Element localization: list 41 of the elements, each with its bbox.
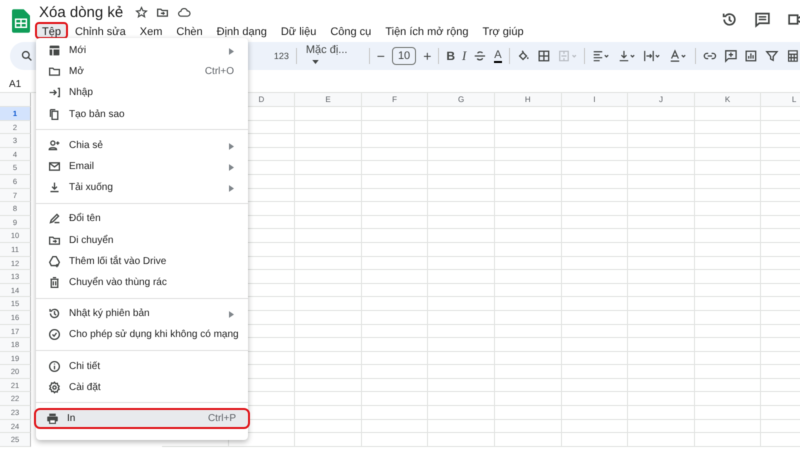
menu-item[interactable]: Cài đặt (36, 376, 248, 398)
menu-tab[interactable]: Tệp (35, 22, 68, 39)
menu-item[interactable]: Email (36, 156, 248, 178)
column-header[interactable]: J (628, 93, 695, 107)
font-size-field[interactable]: 10 (392, 47, 416, 65)
menu-item[interactable]: In Ctrl+P (34, 408, 250, 429)
column-header[interactable]: K (694, 93, 762, 107)
document-title[interactable]: Xóa dòng kẻ (39, 4, 124, 20)
column-header[interactable]: E (295, 93, 362, 107)
menu-item[interactable]: Chi tiết (36, 355, 248, 377)
menu-tab[interactable]: Dữ liệu (274, 22, 324, 39)
increase-font-size-button[interactable]: + (423, 48, 432, 64)
column-header[interactable]: H (494, 93, 562, 107)
menu-tab[interactable]: Trợ giúp (476, 22, 531, 39)
menu-tab[interactable]: Định dạng (210, 22, 274, 39)
menu-item[interactable]: Di chuyển (36, 230, 248, 251)
menu-tab[interactable]: Chỉnh sửa (68, 22, 133, 39)
menu-item[interactable]: Tải xuống (36, 177, 248, 198)
menu-item[interactable]: Chuyển vào thùng rác (36, 272, 248, 294)
font-dropdown[interactable]: Mặc đị... (304, 44, 362, 68)
bold-button[interactable]: B (446, 49, 456, 63)
name-box[interactable]: A1 (9, 78, 22, 90)
menu-tab[interactable]: Công cụ (323, 22, 378, 39)
text-color-button[interactable]: A (494, 49, 502, 63)
menu-item[interactable]: Nhật ký phiên bản (36, 303, 248, 324)
number-format-button[interactable]: 123 (274, 51, 289, 61)
decrease-font-size-button[interactable]: − (376, 48, 385, 64)
menu-item[interactable]: Thêm lối tắt vào Drive (36, 250, 248, 272)
menu-item[interactable]: Mới (36, 40, 248, 62)
menu-tab[interactable]: Tiện ích mở rộng (378, 22, 476, 39)
column-header[interactable]: I (562, 93, 628, 107)
menu-tab[interactable]: Chèn (169, 22, 210, 39)
column-header[interactable]: L (761, 93, 800, 107)
menu-tab[interactable]: Xem (132, 22, 170, 39)
menu-item[interactable]: Cho phép sử dụng khi không có mạng (36, 324, 248, 346)
column-header[interactable]: G (428, 93, 495, 107)
menu-item[interactable]: Chia sẻ (36, 134, 248, 156)
italic-button[interactable]: I (462, 48, 466, 64)
menu-item[interactable]: Mở Ctrl+O (36, 61, 248, 82)
menu-item[interactable]: Đổi tên (36, 208, 248, 230)
column-header[interactable]: F (362, 93, 428, 107)
